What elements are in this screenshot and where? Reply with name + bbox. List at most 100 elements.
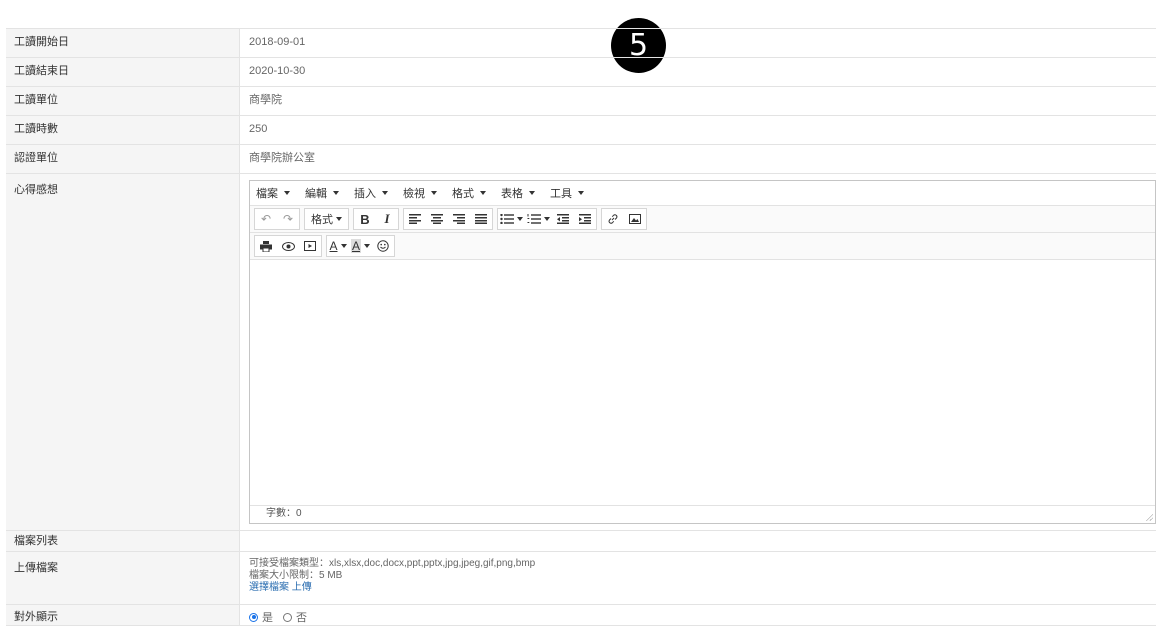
image-icon (629, 214, 641, 224)
undo-button[interactable]: ↶ (255, 209, 277, 229)
background-color-button[interactable]: A (349, 236, 372, 256)
undo-icon: ↶ (260, 212, 272, 226)
menu-label: 檢視 (403, 188, 425, 200)
caret-down-icon (340, 244, 347, 248)
caret-down-icon (529, 191, 535, 195)
menu-label: 檔案 (256, 188, 278, 200)
caret-down-icon (364, 244, 371, 248)
word-count: 字數：0 (266, 508, 302, 519)
field-label: 認證單位 (6, 145, 240, 173)
numbered-list-button[interactable] (525, 209, 552, 229)
list-group (497, 208, 597, 230)
file-list-value (240, 531, 1156, 551)
start-date-value: 2018-09-01 (249, 36, 306, 48)
caret-down-icon (284, 191, 290, 195)
field-label: 工讀時數 (6, 116, 240, 144)
unit-value: 商學院 (249, 94, 282, 106)
field-row-upload: 上傳檔案 可接受檔案類型：xls,xlsx,doc,docx,ppt,pptx,… (6, 552, 1156, 605)
misc-group (254, 235, 322, 257)
editor-toolbar-row-2: A A (250, 233, 1155, 260)
align-right-button[interactable] (448, 209, 470, 229)
menu-format[interactable]: 格式 (452, 185, 486, 201)
file-size-limit: 檔案大小限制：5 MB (249, 570, 343, 581)
field-row-file-list: 檔案列表 (6, 531, 1156, 552)
caret-down-icon (517, 217, 523, 221)
italic-button[interactable]: I (376, 209, 398, 229)
insert-media-button[interactable] (299, 236, 321, 256)
field-label: 檔案列表 (6, 531, 240, 551)
caret-down-icon (480, 191, 486, 195)
field-row-hours: 工讀時數 250 (6, 116, 1156, 145)
radio-no-label: 否 (296, 612, 307, 624)
work-study-form: 工讀開始日 2018-09-01 工讀結束日 2020-10-30 工讀單位 商… (6, 28, 1156, 626)
background-color-icon: A (351, 239, 362, 253)
bold-button[interactable]: B (354, 209, 376, 229)
radio-no[interactable] (283, 612, 292, 622)
indent-button[interactable] (574, 209, 596, 229)
font-color-icon: A (329, 239, 338, 253)
field-row-reflection: 心得感想 檔案 編輯 插入 檢視 格式 表格 工具 ↶ ↷ 格式 B I A A… (6, 174, 1156, 531)
align-center-icon (431, 214, 443, 224)
choose-file-link[interactable]: 選擇檔案 (249, 582, 289, 593)
redo-button[interactable]: ↷ (277, 209, 299, 229)
align-left-button[interactable] (404, 209, 426, 229)
caret-down-icon (333, 191, 339, 195)
align-justify-button[interactable] (470, 209, 492, 229)
emoticon-button[interactable] (372, 236, 394, 256)
align-right-icon (453, 214, 465, 224)
end-date-value: 2020-10-30 (249, 65, 306, 77)
redo-icon: ↷ (282, 212, 294, 226)
align-justify-icon (475, 214, 487, 224)
radio-yes[interactable] (249, 612, 258, 622)
field-label: 工讀單位 (6, 87, 240, 115)
editor-menubar: 檔案 編輯 插入 檢視 格式 表格 工具 (250, 181, 1155, 206)
field-row-public-display: 對外顯示 是 否 (6, 605, 1156, 626)
menu-file[interactable]: 檔案 (256, 185, 290, 201)
print-button[interactable] (255, 236, 277, 256)
menu-view[interactable]: 檢視 (403, 185, 437, 201)
indent-icon (579, 214, 591, 224)
field-row-start-date: 工讀開始日 2018-09-01 (6, 29, 1156, 58)
outdent-button[interactable] (552, 209, 574, 229)
preview-button[interactable] (277, 236, 299, 256)
caret-down-icon (336, 217, 342, 221)
media-icon (304, 241, 316, 251)
menu-insert[interactable]: 插入 (354, 185, 388, 201)
insert-link-button[interactable] (602, 209, 624, 229)
align-center-button[interactable] (426, 209, 448, 229)
color-group: A A (326, 235, 396, 257)
bold-icon: B (360, 211, 370, 227)
caret-down-icon (578, 191, 584, 195)
field-label: 上傳檔案 (6, 552, 240, 604)
editor-content-area[interactable] (250, 259, 1155, 505)
history-group: ↶ ↷ (254, 208, 300, 230)
accepted-file-types: 可接受檔案類型：xls,xlsx,doc,docx,ppt,pptx,jpg,j… (249, 558, 536, 569)
upload-cell: 可接受檔案類型：xls,xlsx,doc,docx,ppt,pptx,jpg,j… (240, 552, 1156, 604)
align-group (403, 208, 493, 230)
upload-link[interactable]: 上傳 (292, 582, 312, 593)
field-label: 對外顯示 (6, 605, 240, 625)
smiley-icon (377, 240, 389, 252)
field-label: 工讀結束日 (6, 58, 240, 86)
cert-unit-value: 商學院辦公室 (249, 152, 315, 164)
format-group: 格式 (304, 208, 349, 230)
insert-image-button[interactable] (624, 209, 646, 229)
field-row-end-date: 工讀結束日 2020-10-30 (6, 58, 1156, 87)
field-row-cert-unit: 認證單位 商學院辦公室 (6, 145, 1156, 174)
font-color-button[interactable]: A (327, 236, 349, 256)
bullet-list-button[interactable] (498, 209, 525, 229)
menu-tools[interactable]: 工具 (550, 185, 584, 201)
style-group: B I (353, 208, 399, 230)
field-label: 心得感想 (6, 174, 240, 530)
menu-edit[interactable]: 編輯 (305, 185, 339, 201)
format-dropdown[interactable]: 格式 (305, 209, 348, 229)
menu-label: 插入 (354, 188, 376, 200)
resize-handle-icon[interactable] (1145, 513, 1153, 521)
link-icon (608, 214, 618, 224)
align-left-icon (409, 214, 421, 224)
radio-yes-label: 是 (262, 612, 273, 624)
menu-label: 格式 (452, 188, 474, 200)
menu-table[interactable]: 表格 (501, 185, 535, 201)
format-label: 格式 (311, 214, 333, 226)
outdent-icon (557, 214, 569, 224)
